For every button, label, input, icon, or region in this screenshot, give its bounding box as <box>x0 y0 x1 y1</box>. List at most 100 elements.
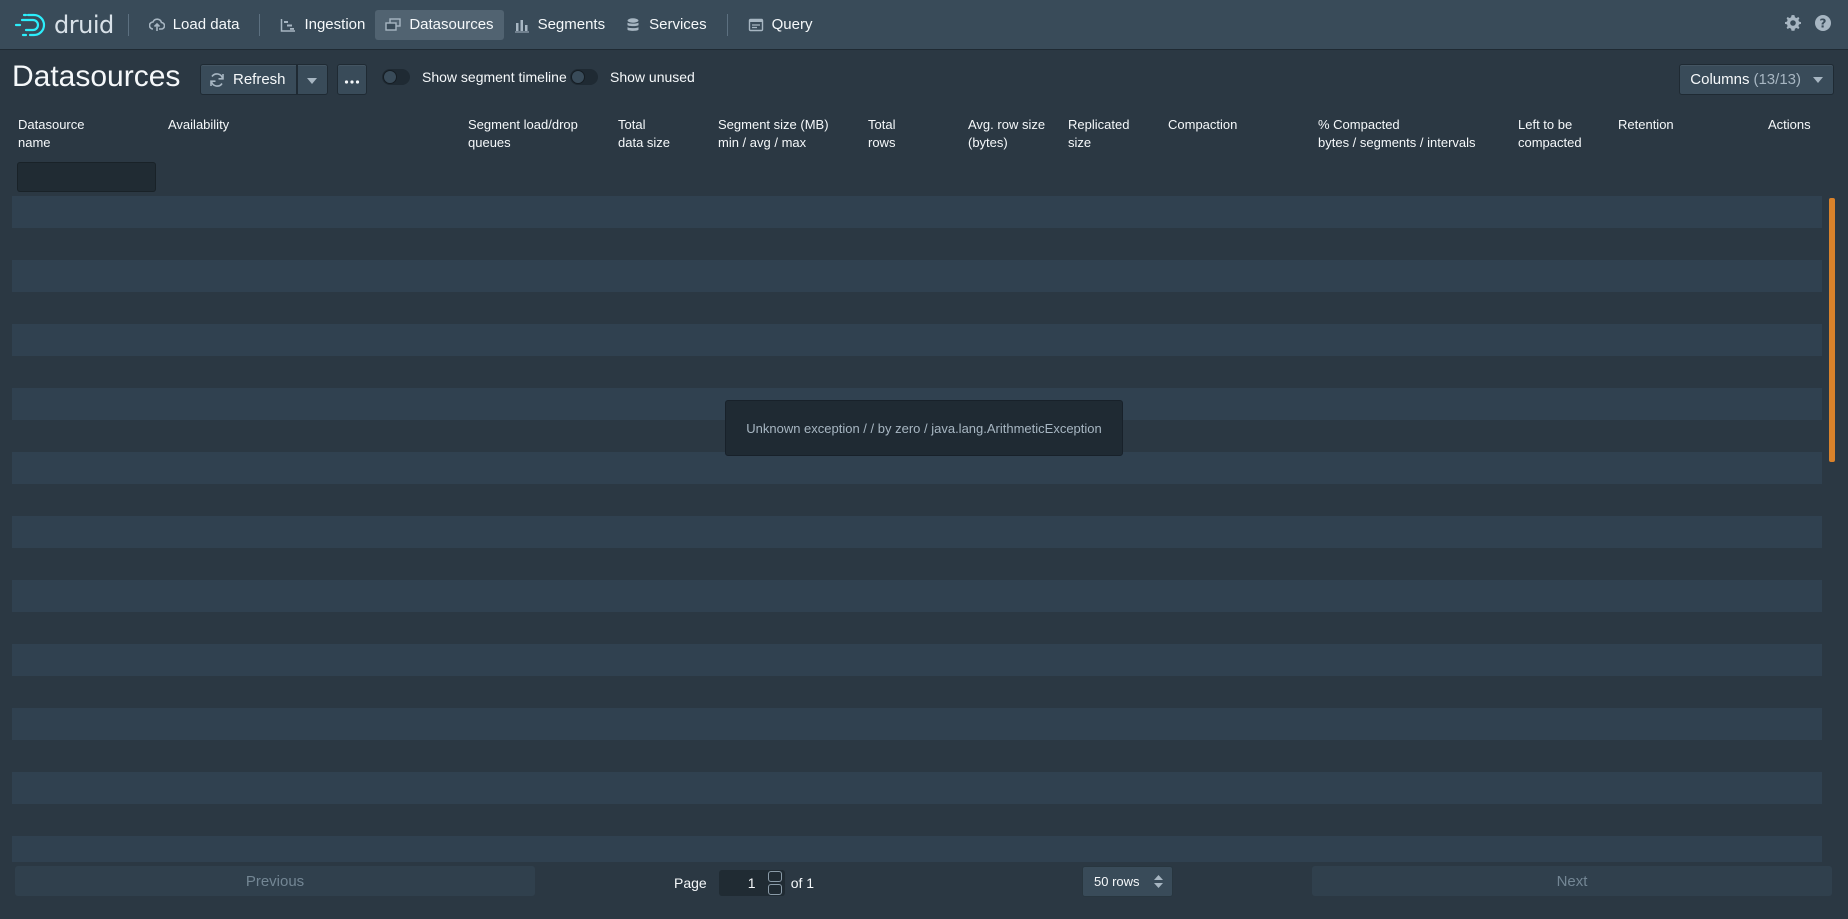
column-header-load-drop-queues[interactable]: Segment load/drop queues <box>468 116 578 152</box>
table-row <box>12 772 1822 804</box>
table-row <box>12 836 1822 862</box>
page-number-input[interactable]: 1 <box>718 870 785 896</box>
columns-label: Columns <box>1690 71 1750 88</box>
next-page-button[interactable]: Next <box>1312 866 1832 896</box>
nav-label: Load data <box>172 16 240 33</box>
nav-label: Datasources <box>409 16 494 33</box>
column-header-availability[interactable]: Availability <box>168 116 229 134</box>
column-header-total-data-size[interactable]: Total data size <box>618 116 670 152</box>
header-line1: Retention <box>1618 117 1674 132</box>
table-row <box>12 292 1822 324</box>
gantt-chart-icon <box>280 17 296 33</box>
header-line1: Avg. row size <box>968 117 1046 132</box>
table-scrollbar[interactable] <box>1829 198 1835 462</box>
table-row <box>12 260 1822 292</box>
previous-label: Previous <box>245 872 305 890</box>
table-body <box>12 196 1822 862</box>
column-header-compaction[interactable]: Compaction <box>1168 116 1237 134</box>
top-navbar: druid Load data Ingestion Datasources Se… <box>0 0 1848 49</box>
nav-divider <box>726 13 728 36</box>
nav-ingestion[interactable]: Ingestion <box>270 10 375 40</box>
switch-track[interactable] <box>382 69 410 85</box>
header-line2: compacted <box>1518 135 1582 150</box>
rows-label: 50 rows <box>1094 874 1140 889</box>
column-header-actions[interactable]: Actions <box>1768 116 1811 134</box>
caret-down-icon <box>307 71 318 88</box>
nav-label: Ingestion <box>304 16 366 33</box>
help-icon[interactable]: ? <box>1814 14 1832 32</box>
page-stepper[interactable] <box>767 871 782 895</box>
table-row <box>12 516 1822 548</box>
column-header-left-to-be-compacted[interactable]: Left to be compacted <box>1518 116 1582 152</box>
column-header-replicated-size[interactable]: Replicated size <box>1068 116 1129 152</box>
nav-right-tools: ? <box>1784 14 1832 32</box>
error-text: Unknown exception / / by zero / java.lan… <box>746 420 1102 436</box>
table-header: Datasource name Availability Segment loa… <box>12 108 1836 156</box>
nav-label: Segments <box>537 16 606 33</box>
columns-picker-button[interactable]: Columns (13/13) <box>1679 64 1834 95</box>
header-line2: queues <box>468 135 511 150</box>
gear-icon[interactable] <box>1784 14 1802 32</box>
table-row <box>12 356 1822 388</box>
table-row <box>12 612 1822 644</box>
page-title: Datasources <box>12 60 181 93</box>
header-line1: % Compacted <box>1318 117 1400 132</box>
druid-logo[interactable]: druid <box>14 0 114 49</box>
page-indicator: Page 1 of 1 <box>674 870 814 896</box>
header-line1: Compaction <box>1168 117 1238 132</box>
column-header-segment-size[interactable]: Segment size (MB) min / avg / max <box>718 116 829 152</box>
columns-count: (13/13) <box>1753 71 1801 88</box>
table-row <box>12 676 1822 708</box>
nav-datasources[interactable]: Datasources <box>375 9 504 40</box>
column-header-datasource-name[interactable]: Datasource name <box>18 116 84 152</box>
page-label: Page <box>674 875 707 891</box>
header-line2: rows <box>868 135 896 150</box>
table-row <box>12 196 1822 228</box>
error-message: Unknown exception / / by zero / java.lan… <box>725 400 1123 456</box>
column-header-total-rows[interactable]: Total rows <box>868 116 895 152</box>
table-row <box>12 228 1822 260</box>
switch-track[interactable] <box>570 69 598 85</box>
table-row <box>12 804 1822 836</box>
datasource-name-filter-input[interactable] <box>17 162 156 192</box>
nav-load-data[interactable]: Load data <box>139 10 250 40</box>
toggle-label: Show unused <box>610 69 695 85</box>
more-actions-button[interactable] <box>337 64 367 95</box>
double-caret-icon <box>1154 875 1163 888</box>
cloud-upload-icon <box>148 17 165 33</box>
show-segment-timeline-toggle[interactable]: Show segment timeline <box>382 69 567 85</box>
nav-label: Query <box>771 16 813 33</box>
application-icon <box>748 17 764 33</box>
refresh-button[interactable]: Refresh <box>200 64 297 95</box>
datasources-table: Datasource name Availability Segment loa… <box>12 108 1836 862</box>
header-line1: Segment size (MB) <box>718 117 829 132</box>
nav-services[interactable]: Services <box>615 10 717 40</box>
toggle-label: Show segment timeline <box>422 69 567 85</box>
column-header-avg-row-size[interactable]: Avg. row size (bytes) <box>968 116 1045 152</box>
refresh-icon <box>209 72 225 88</box>
header-line2: data size <box>618 135 671 150</box>
column-header-percent-compacted[interactable]: % Compacted bytes / segments / intervals <box>1318 116 1476 152</box>
druid-logo-icon <box>14 13 46 36</box>
table-row <box>12 484 1822 516</box>
refresh-label: Refresh <box>233 71 286 88</box>
stacked-chart-icon <box>514 17 530 33</box>
table-row <box>12 548 1822 580</box>
svg-text:?: ? <box>1820 17 1827 31</box>
nav-divider <box>127 13 129 36</box>
header-line1: Left to be <box>1518 117 1573 132</box>
filter-row <box>12 156 1836 196</box>
page-of-label: of 1 <box>790 875 815 891</box>
nav-segments[interactable]: Segments <box>504 10 616 40</box>
refresh-options-button[interactable] <box>296 64 328 95</box>
nav-divider <box>259 13 261 36</box>
logo-text: druid <box>54 10 114 39</box>
nav-query[interactable]: Query <box>738 10 823 40</box>
table-row <box>12 708 1822 740</box>
column-header-retention[interactable]: Retention <box>1618 116 1674 134</box>
show-unused-toggle[interactable]: Show unused <box>570 69 695 85</box>
table-row <box>12 644 1822 676</box>
rows-per-page-select[interactable]: 50 rows <box>1082 866 1173 897</box>
previous-page-button[interactable]: Previous <box>15 866 535 896</box>
next-label: Next <box>1556 872 1588 890</box>
